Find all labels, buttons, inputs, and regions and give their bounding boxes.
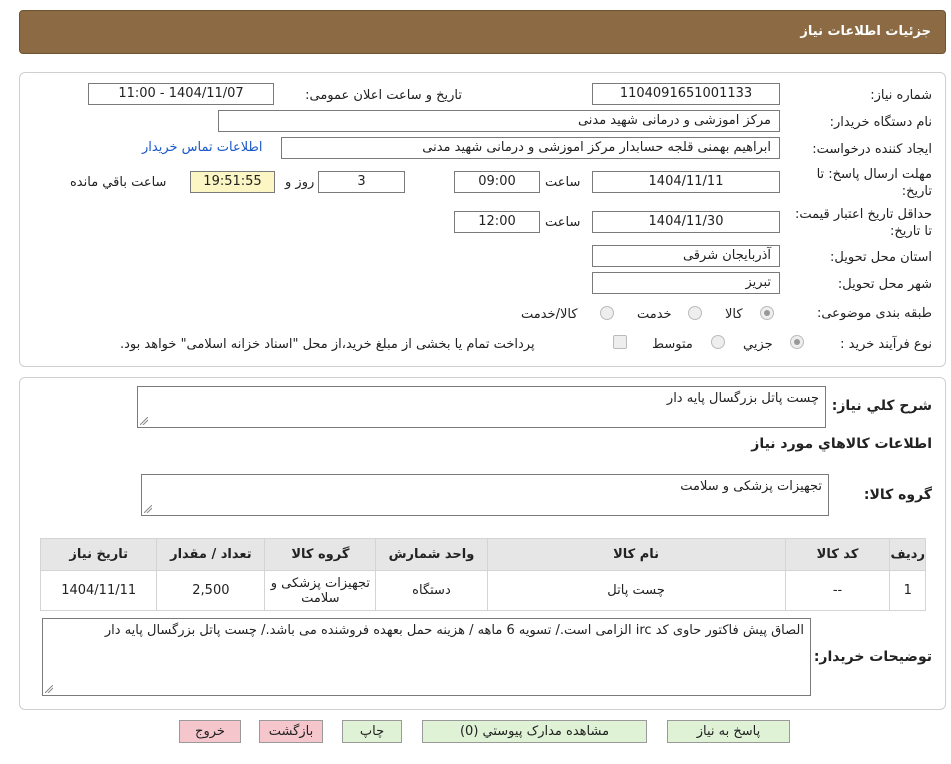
category-label: طبقه بندی موضوعی: xyxy=(816,306,932,321)
column-header-goods-code: کد کالا xyxy=(784,538,891,571)
validity-time-field: 12:00 xyxy=(454,211,540,233)
category-option-goods-service: کالا/خدمت xyxy=(521,307,578,322)
province-field: آذربایجان شرقی xyxy=(592,245,780,267)
column-header-need-date: تاریخ نیاز xyxy=(39,538,158,571)
goods-group-label: گروه کالا: xyxy=(863,487,932,503)
resize-grip-icon[interactable] xyxy=(140,417,148,425)
buyer-notes-label: توضیحات خریدار: xyxy=(813,649,932,665)
process-option-minor: جزیي xyxy=(743,337,773,352)
reply-time-label: ساعت xyxy=(545,175,581,190)
process-option-medium: متوسط xyxy=(652,337,693,352)
treasury-payment-checkbox[interactable] xyxy=(613,335,627,349)
validity-date-field: 1404/11/30 xyxy=(592,211,780,233)
remaining-label: ساعت باقي مانده xyxy=(70,175,167,190)
cell-unit: دستگاه xyxy=(375,570,488,611)
validity-time-label: ساعت xyxy=(545,215,581,230)
page-header: جزئیات اطلاعات نیاز xyxy=(19,10,946,54)
city-field: تبریز xyxy=(592,272,780,294)
resize-grip-icon[interactable] xyxy=(45,685,53,693)
day-and-label: روز و xyxy=(285,175,315,190)
buyer-org-field: مرکز اموزشی و درمانی شهید مدنی xyxy=(218,110,780,132)
city-label: شهر محل تحویل: xyxy=(837,277,932,292)
cell-quantity: 2,500 xyxy=(156,570,266,611)
price-validity-label: حداقل تاریخ اعتبار قیمت: تا تاریخ: xyxy=(794,207,932,239)
cell-goods-name: چست پاتل xyxy=(486,570,786,611)
table-row: 1404/11/11 2,500 تجهیزات پزشکی و سلامت د… xyxy=(39,570,926,611)
reply-deadline-label: مهلت ارسال پاسخ: تا تاریخ: xyxy=(816,167,932,199)
column-header-goods-group: گروه کالا xyxy=(264,538,377,571)
province-label: استان محل تحویل: xyxy=(830,250,932,265)
column-header-unit: واحد شمارش xyxy=(375,538,488,571)
process-radio-medium[interactable] xyxy=(711,335,725,349)
goods-table: تاریخ نیاز تعداد / مقدار گروه کالا واحد … xyxy=(39,538,926,611)
reply-button[interactable]: پاسخ به نیاز xyxy=(667,720,790,743)
buyer-contact-link[interactable]: اطلاعات تماس خریدار xyxy=(142,140,262,155)
announce-datetime-label: تاریخ و ساعت اعلان عمومی: xyxy=(305,88,462,103)
view-attachments-button[interactable]: مشاهده مدارک پیوستي (0) xyxy=(422,720,647,743)
treasury-payment-note: پرداخت تمام یا بخشی از مبلغ خرید،از محل … xyxy=(120,337,535,352)
reply-time-field: 09:00 xyxy=(454,171,540,193)
requester-field: ابراهیم بهمنی قلجه حسابدار مرکز اموزشی و… xyxy=(281,137,780,159)
days-field: 3 xyxy=(318,171,405,193)
goods-group-text: تجهیزات پزشکی و سلامت xyxy=(680,479,822,494)
category-radio-goods[interactable] xyxy=(760,306,774,320)
need-number-field: 1104091651001133 xyxy=(592,83,780,105)
page-title: جزئیات اطلاعات نیاز xyxy=(800,24,931,39)
cell-need-date: 1404/11/11 xyxy=(39,570,158,611)
buyer-notes-textarea[interactable]: الصاق پیش فاکتور حاوی کد irc الزامی است.… xyxy=(42,618,811,696)
back-button[interactable]: بازگشت xyxy=(259,720,323,743)
remaining-time-field: 19:51:55 xyxy=(190,171,275,193)
category-option-service: خدمت xyxy=(637,307,672,322)
announce-datetime-field: 1404/11/07 - 11:00 xyxy=(88,83,274,105)
column-header-quantity: تعداد / مقدار xyxy=(156,538,266,571)
print-button[interactable]: چاپ xyxy=(342,720,402,743)
column-header-row: رديف xyxy=(889,538,926,571)
buyer-org-label: نام دستگاه خریدار: xyxy=(829,115,932,130)
need-number-label: شماره نیاز: xyxy=(870,88,932,103)
process-type-label: نوع فرآیند خرید : xyxy=(840,337,932,352)
category-radio-goods-service[interactable] xyxy=(600,306,614,320)
category-radio-service[interactable] xyxy=(688,306,702,320)
category-option-goods: کالا xyxy=(725,307,743,322)
goods-group-textarea[interactable]: تجهیزات پزشکی و سلامت xyxy=(141,474,829,516)
buyer-notes-text: الصاق پیش فاکتور حاوی کد irc الزامی است.… xyxy=(104,623,804,638)
exit-button[interactable]: خروج xyxy=(179,720,241,743)
column-header-goods-name: نام کالا xyxy=(486,538,786,571)
cell-goods-group: تجهیزات پزشکی و سلامت xyxy=(264,570,377,611)
cell-goods-code: -- xyxy=(784,570,891,611)
reply-date-field: 1404/11/11 xyxy=(592,171,780,193)
goods-table-header-row: تاریخ نیاز تعداد / مقدار گروه کالا واحد … xyxy=(39,538,926,571)
cell-row: 1 xyxy=(889,570,926,611)
requester-label: ایجاد کننده درخواست: xyxy=(812,142,932,157)
process-radio-minor[interactable] xyxy=(790,335,804,349)
general-desc-text: چست پاتل بزرگسال پایه دار xyxy=(666,391,819,406)
general-desc-textarea[interactable]: چست پاتل بزرگسال پایه دار xyxy=(137,386,826,428)
goods-info-heading: اطلاعات کالاهاي مورد نياز xyxy=(751,436,932,452)
general-desc-label: شرح کلي نياز: xyxy=(831,398,932,414)
resize-grip-icon[interactable] xyxy=(144,505,152,513)
